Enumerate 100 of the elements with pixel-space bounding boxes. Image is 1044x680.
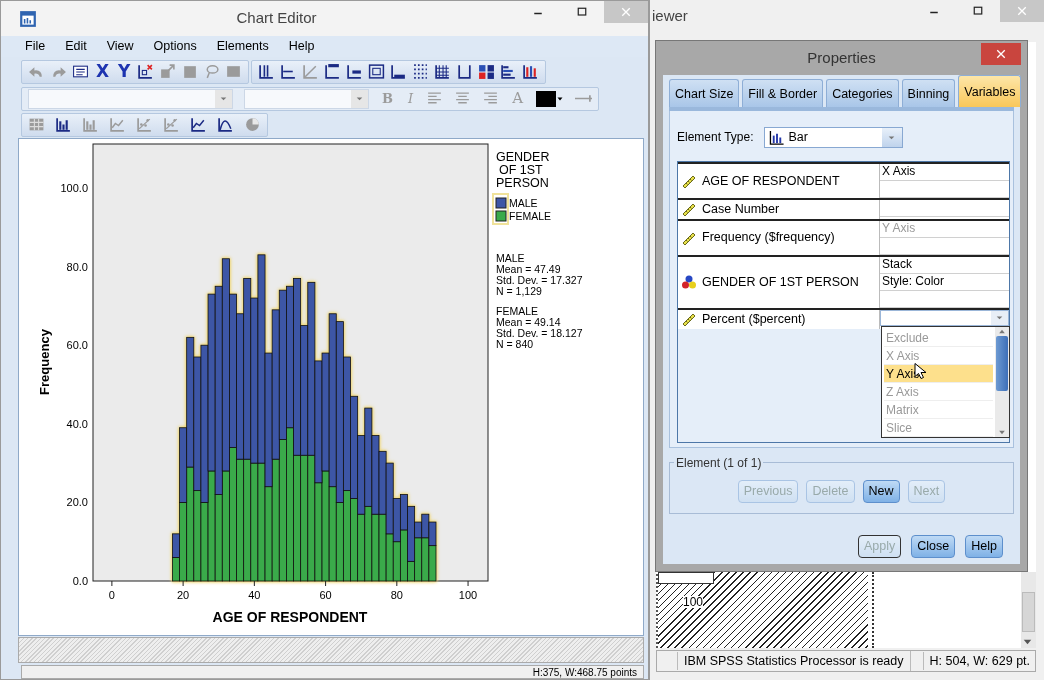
variable-role: Y Axis (880, 220, 1009, 238)
stats-text: Mean = 49.14 (496, 316, 561, 328)
frame-icon[interactable] (456, 63, 474, 80)
toolbar-button[interactable]: Y (116, 63, 133, 80)
menu-item[interactable]: File (15, 37, 56, 56)
menu-item[interactable]: Options (143, 37, 207, 56)
close-icon (995, 48, 1007, 60)
grid-icon[interactable] (434, 63, 452, 80)
histogram-bar[interactable] (428, 545, 437, 582)
dialog-button[interactable]: New (862, 479, 900, 503)
histogram-bar[interactable] (385, 533, 394, 582)
vertical-bars-icon[interactable] (522, 63, 540, 80)
field-label: Element Type: (677, 129, 754, 146)
tab[interactable]: Categories (826, 79, 899, 107)
variable-role: Stack (880, 256, 1009, 274)
dot-grid-icon[interactable] (412, 63, 430, 80)
histogram-bar[interactable] (328, 486, 337, 582)
histogram-bar[interactable] (307, 281, 316, 456)
variable-name: Frequency ($frequency) (702, 229, 835, 247)
title-icon[interactable] (324, 63, 342, 80)
variable-role: Style: Color (880, 273, 1009, 291)
y-tick-label: 80.0 (66, 260, 88, 273)
menu-item[interactable]: Help (278, 37, 325, 56)
legend-title: PERSON (496, 176, 549, 190)
maximize-icon (972, 5, 984, 17)
tab[interactable]: Chart Size (669, 79, 740, 107)
dialog-button[interactable]: Help (965, 535, 1003, 558)
list-icon[interactable] (72, 63, 89, 80)
y-tick-label: 0.0 (72, 575, 88, 587)
axes-square-icon[interactable] (137, 63, 155, 80)
x-tick-label: 100 (458, 589, 478, 601)
x-tick-label: 40 (248, 589, 261, 601)
dialog-button[interactable]: Close (911, 535, 956, 558)
legend-title: GENDER (496, 150, 550, 164)
scrollbar[interactable] (1021, 572, 1036, 648)
caret-icon (355, 94, 364, 103)
menu-item[interactable]: Edit (55, 37, 97, 56)
variable-name: Case Number (702, 201, 780, 218)
x-tick-label: 20 (177, 589, 190, 601)
maximize-icon (576, 6, 588, 18)
bar-chart-icon[interactable] (55, 116, 72, 133)
histogram-bar[interactable] (428, 521, 437, 547)
text-box-icon[interactable] (368, 63, 386, 80)
status-text: H: 504, W: 629 pt. (922, 651, 1037, 671)
stats-text: Std. Dev. = 17.327 (496, 274, 583, 286)
stats-text: FEMALE (496, 305, 538, 317)
scroll-down-icon[interactable] (997, 428, 1007, 437)
menu-item[interactable]: View (96, 37, 144, 56)
tab[interactable]: Fill & Border (742, 79, 824, 107)
histogram-bar[interactable] (293, 278, 302, 456)
status-text: H:375, W:468.75 points (532, 666, 638, 678)
stats-text: N = 1,129 (496, 285, 542, 297)
tab[interactable]: Binning (901, 79, 956, 107)
scrollbar[interactable] (995, 327, 1009, 437)
histogram-bar[interactable] (186, 336, 195, 468)
ruler-icon (681, 201, 697, 218)
footnote-icon[interactable] (390, 63, 408, 80)
y-tick-label: 20.0 (66, 496, 88, 509)
histogram-bar[interactable] (407, 505, 416, 562)
histogram-bar[interactable] (350, 395, 359, 499)
color-swatch[interactable] (536, 90, 556, 107)
y-axis-icon[interactable] (258, 63, 276, 80)
ruler-icon (681, 173, 697, 189)
axis-title: Frequency (37, 329, 52, 395)
histogram-bar[interactable] (364, 407, 373, 507)
x-tick-label: 60 (319, 589, 332, 601)
menu-item[interactable]: Elements (206, 37, 279, 56)
histogram-bar[interactable] (328, 313, 337, 488)
x-axis-icon[interactable] (280, 63, 298, 80)
histogram[interactable] (172, 254, 437, 582)
x-tick-label: 0 (108, 589, 115, 601)
colored-balls-icon (681, 274, 697, 291)
close-icon (620, 6, 632, 18)
toolbar-button[interactable]: X (94, 63, 112, 80)
legend-label: FEMALE (509, 210, 551, 222)
stats-text: Mean = 47.49 (496, 263, 561, 275)
legend-title: OF 1ST (499, 163, 543, 177)
axis-dropdown[interactable] (880, 309, 1009, 326)
dialog-title: Properties (807, 47, 876, 68)
histogram-bar[interactable] (271, 309, 280, 460)
stats-text: N = 840 (496, 338, 534, 350)
element-type-dropdown[interactable]: Bar (763, 126, 903, 148)
legend-icon[interactable] (346, 63, 364, 80)
variable-name: Percent ($percent) (702, 310, 806, 328)
horizontal-bars-icon[interactable] (500, 63, 518, 80)
line-chart-icon[interactable] (190, 116, 207, 133)
curve-icon[interactable] (217, 116, 234, 133)
y-tick-label: 60.0 (66, 339, 88, 352)
ruler-icon (681, 311, 697, 328)
legend-label: MALE (509, 197, 538, 209)
scrollbar-thumb[interactable] (1022, 592, 1035, 632)
tab[interactable]: Variables (958, 75, 1022, 107)
app-icon (19, 9, 37, 28)
histogram-bar[interactable] (414, 521, 423, 539)
axis-label: 100 (683, 596, 704, 608)
x-tick-label: 80 (390, 589, 403, 601)
window-title: iewer (651, 6, 689, 27)
color-squares-icon[interactable] (478, 63, 496, 80)
variable-name: AGE OF RESPONDENT (702, 172, 840, 190)
histogram-bar[interactable] (421, 513, 430, 539)
